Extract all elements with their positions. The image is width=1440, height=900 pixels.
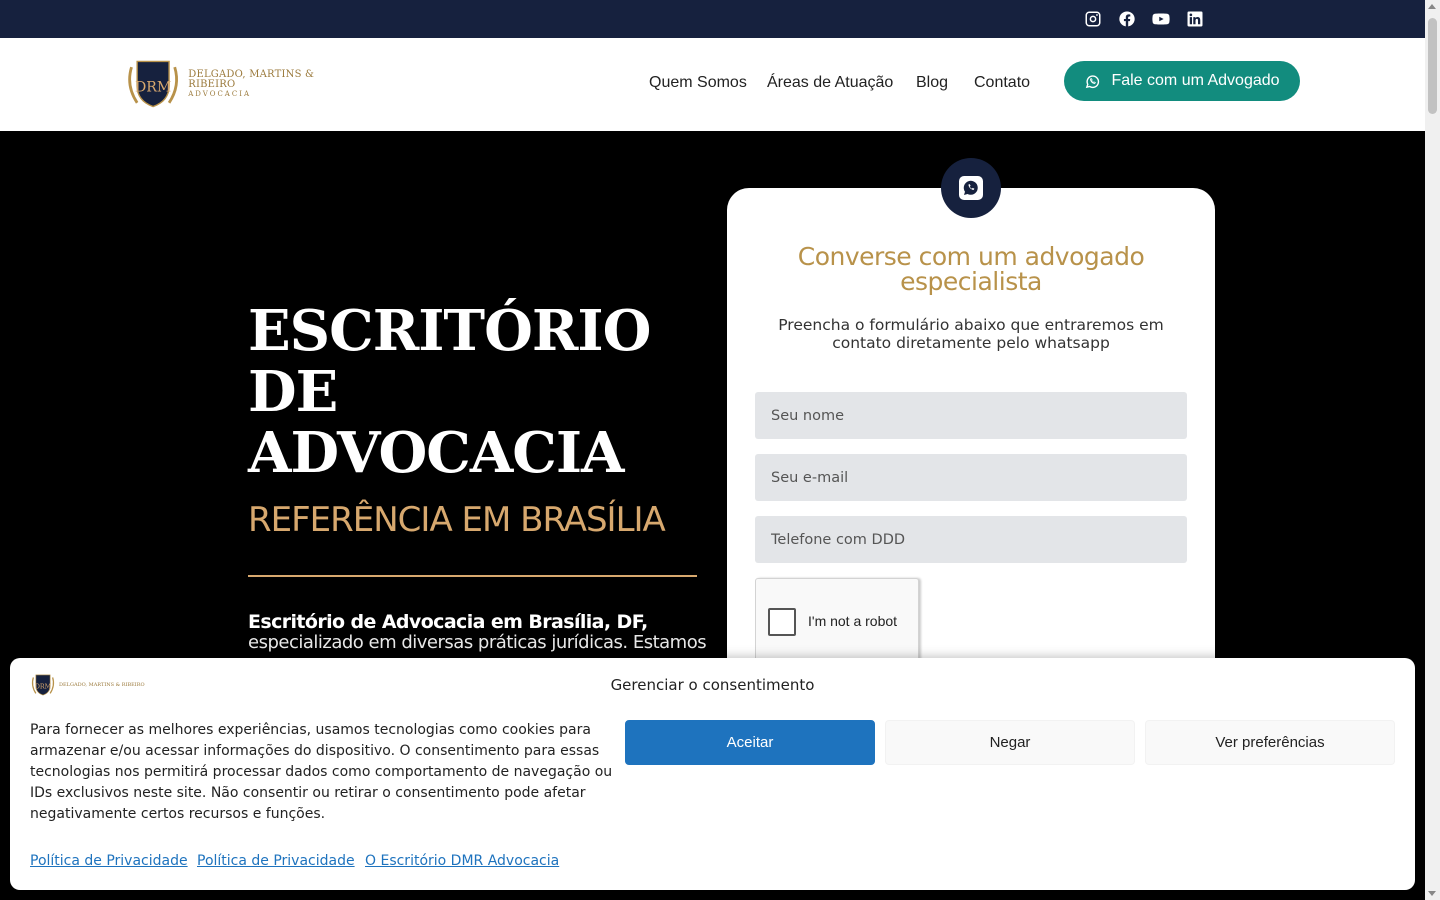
top-bar <box>0 0 1425 38</box>
facebook-icon[interactable] <box>1117 9 1137 29</box>
whatsapp-badge <box>941 158 1001 218</box>
privacy-policy-link-2[interactable]: Política de Privacidade <box>197 853 355 869</box>
brand-tagline: ADVOCACIA <box>188 90 252 98</box>
scrollbar-thumb[interactable] <box>1428 18 1437 114</box>
hero-bold-text: Escritório de Advocacia em Brasília, DF, <box>248 611 648 633</box>
accept-button[interactable]: Aceitar <box>625 720 875 765</box>
phone-field[interactable] <box>755 516 1187 563</box>
name-field[interactable] <box>755 392 1187 439</box>
about-office-link[interactable]: O Escritório DMR Advocacia <box>365 853 559 869</box>
whatsapp-icon <box>959 176 983 200</box>
hero-divider <box>248 575 697 577</box>
brand-name: DELGADO, MARTINS & RIBEIRO <box>188 69 315 90</box>
form-title: Converse com um advogado especialista <box>797 242 1145 296</box>
whatsapp-icon <box>1086 74 1100 88</box>
linkedin-icon[interactable] <box>1185 9 1205 29</box>
svg-text:DRM: DRM <box>135 80 171 96</box>
recaptcha-checkbox[interactable] <box>768 608 796 636</box>
form-description: Preencha o formulário abaixo que entrare… <box>778 316 1164 352</box>
privacy-policy-link[interactable]: Política de Privacidade <box>30 853 188 869</box>
nav-contato[interactable]: Contato <box>974 74 1030 92</box>
recaptcha-label: I'm not a robot <box>808 613 898 629</box>
talk-to-lawyer-button[interactable]: Fale com um Advogado <box>1064 61 1300 101</box>
logo-crest-icon: DRM <box>128 60 178 108</box>
hero-subtitle: REFERÊNCIA EM BRASÍLIA <box>248 500 666 540</box>
nav-quem-somos[interactable]: Quem Somos <box>649 74 747 92</box>
hero-title: ESCRITÓRIO DE ADVOCACIA <box>248 298 651 486</box>
brand-logo[interactable]: DRM DELGADO, MARTINS & RIBEIRO ADVOCACIA <box>124 56 354 112</box>
deny-button[interactable]: Negar <box>885 720 1135 765</box>
scroll-up-icon[interactable] <box>1428 4 1436 9</box>
nav-areas-de-atuacao[interactable]: Áreas de Atuação <box>767 74 893 92</box>
view-preferences-button[interactable]: Ver preferências <box>1145 720 1395 765</box>
email-field[interactable] <box>755 454 1187 501</box>
cookie-text: Para fornecer as melhores experiências, … <box>30 722 613 822</box>
nav-blog[interactable]: Blog <box>916 74 948 92</box>
page-scrollbar[interactable] <box>1425 0 1440 900</box>
site-header: DRM DELGADO, MARTINS & RIBEIRO ADVOCACIA… <box>0 38 1425 131</box>
cookie-consent-banner: DRM DELGADO, MARTINS & RIBEIRO Gerenciar… <box>10 658 1415 890</box>
cookie-title: Gerenciar o consentimento <box>610 676 815 694</box>
scroll-down-icon[interactable] <box>1428 891 1436 896</box>
cta-label: Fale com um Advogado <box>1111 72 1280 89</box>
recaptcha-widget: I'm not a robot <box>755 578 919 668</box>
youtube-icon[interactable] <box>1151 9 1171 29</box>
hero-body-text: especializado em diversas práticas juríd… <box>248 632 707 653</box>
instagram-icon[interactable] <box>1083 9 1103 29</box>
